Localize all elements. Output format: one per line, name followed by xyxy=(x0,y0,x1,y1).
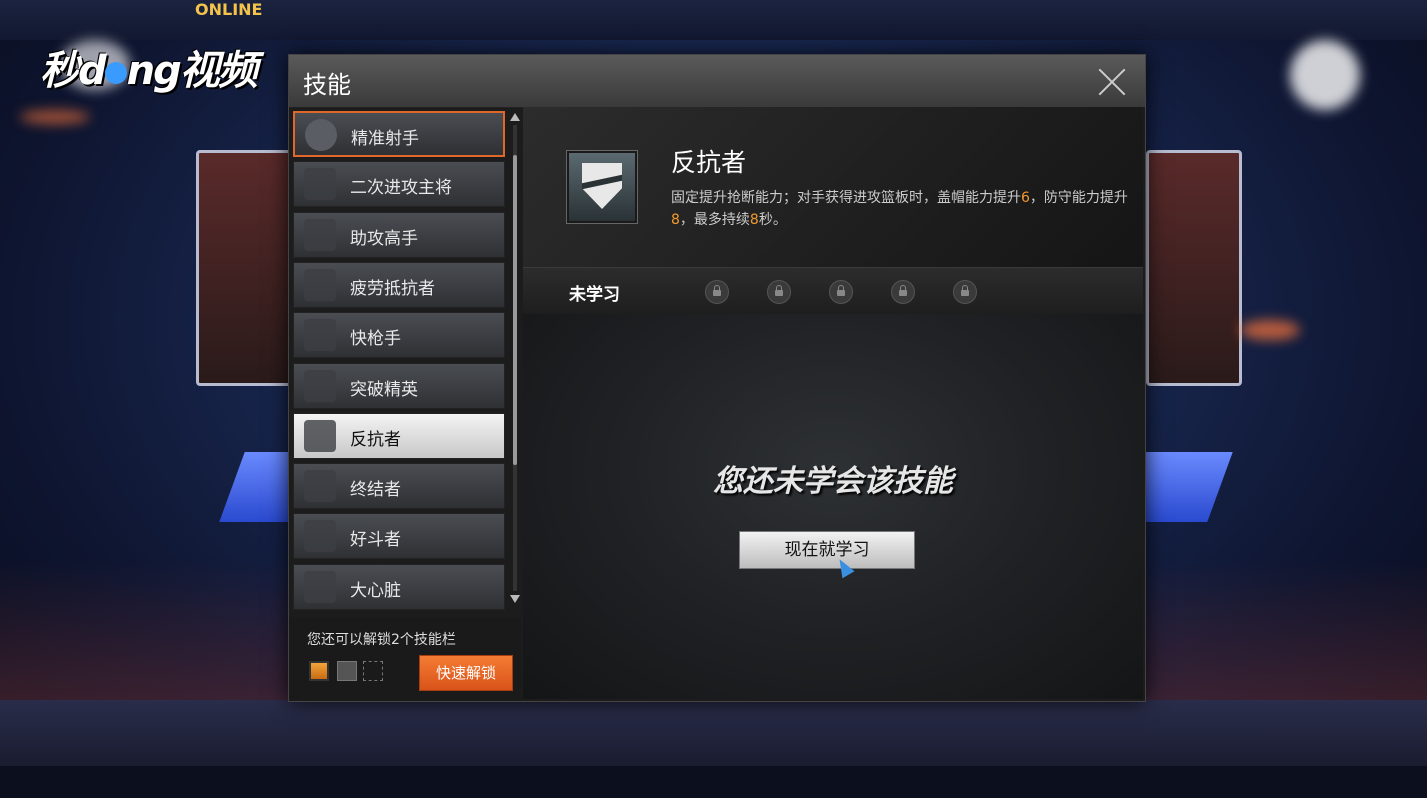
stadium-flare xyxy=(1240,320,1300,340)
skill-item[interactable]: 二次进攻主将 xyxy=(293,161,505,208)
dialog-header: 技能 xyxy=(289,55,1145,108)
scroll-thumb[interactable] xyxy=(513,155,517,465)
game-logo: ONLINE xyxy=(195,0,263,19)
skill-item[interactable]: 助攻高手 xyxy=(293,211,505,258)
skill-icon xyxy=(304,570,336,603)
skill-item[interactable]: 快枪手 xyxy=(293,312,505,359)
level-lock-icon xyxy=(891,280,915,304)
skill-item-label: 终结者 xyxy=(350,480,401,501)
scroll-down-arrow-icon[interactable] xyxy=(510,595,520,603)
stadium-light xyxy=(1290,40,1360,110)
background-card-right xyxy=(1146,150,1242,386)
learn-now-button[interactable]: 现在就学习 xyxy=(739,531,915,569)
skill-icon xyxy=(304,218,336,251)
watermark-logo: 秒d ng视频 xyxy=(40,48,258,94)
skill-item-label: 大心脏 xyxy=(350,580,401,601)
skill-icon xyxy=(304,268,336,301)
skill-icon xyxy=(304,419,336,452)
skill-detail-header: 反抗者 固定提升抢断能力；对手获得进攻篮板时，盖帽能力提升6，防守能力提升8，最… xyxy=(523,107,1143,267)
skill-icon xyxy=(304,470,336,503)
skill-icon xyxy=(304,319,336,352)
skill-item-label: 好斗者 xyxy=(350,530,401,551)
background-card-left xyxy=(196,150,294,386)
skill-item[interactable]: 终结者 xyxy=(293,463,505,510)
skill-item[interactable]: 大心脏 xyxy=(293,563,505,610)
skill-list: 精准射手二次进攻主将 助攻高手疲劳抵抗者快枪手突破精英反抗者终结者好斗者大心脏 xyxy=(291,111,511,616)
dialog-title: 技能 xyxy=(303,71,351,99)
skill-item-label: 助攻高手 xyxy=(350,228,418,249)
level-lock-icon xyxy=(953,280,977,304)
level-lock-icon xyxy=(767,280,791,304)
skill-description: 固定提升抢断能力；对手获得进攻篮板时，盖帽能力提升6，防守能力提升8，最多持续8… xyxy=(671,190,1128,228)
skill-icon xyxy=(304,520,336,553)
skill-item-label: 疲劳抵抗者 xyxy=(350,278,435,299)
background-bottom-strip xyxy=(0,700,1427,766)
skill-item-label: 二次进攻主将 xyxy=(350,178,452,199)
skill-status-label: 未学习 xyxy=(569,285,620,305)
skill-icon xyxy=(304,168,336,201)
skill-detail-panel: 反抗者 固定提升抢断能力；对手获得进攻篮板时，盖帽能力提升6，防守能力提升8，最… xyxy=(523,107,1143,699)
quick-unlock-button[interactable]: 快速解锁 xyxy=(419,655,513,691)
not-learned-message: 您还未学会该技能 xyxy=(713,464,953,499)
skill-level-row: 未学习 xyxy=(523,267,1143,315)
level-lock-icon xyxy=(705,280,729,304)
skill-item[interactable]: 突破精英 xyxy=(293,362,505,409)
skill-slot-empty xyxy=(363,661,383,681)
skills-dialog: 技能 精准射手 二次进攻主将 助攻高手 疲劳抵抗者 快枪手 突破精英 反抗者 终结者 好斗者 大心… xyxy=(288,54,1146,702)
skill-item-label: 快枪手 xyxy=(350,329,401,350)
skill-list-scrollbar[interactable] xyxy=(510,113,520,603)
level-lock-icon xyxy=(829,280,853,304)
skill-item[interactable]: 反抗者 xyxy=(293,412,505,459)
skill-item[interactable]: 疲劳抵抗者 xyxy=(293,261,505,308)
unlock-slots-panel: 您还可以解锁2个技能栏 快速解锁 xyxy=(289,617,521,701)
skill-slot-filled xyxy=(309,661,329,681)
stadium-flare xyxy=(20,110,90,124)
skill-icon xyxy=(305,119,337,151)
unlock-info-text: 您还可以解锁2个技能栏 xyxy=(307,632,456,648)
play-icon xyxy=(104,62,127,84)
skill-item-label: 反抗者 xyxy=(350,429,401,450)
close-icon[interactable] xyxy=(1097,67,1127,97)
skill-item[interactable]: 精准射手 xyxy=(293,111,505,157)
skill-name: 反抗者 xyxy=(671,148,747,177)
scroll-track[interactable] xyxy=(513,125,517,591)
skill-item-label: 突破精英 xyxy=(350,379,418,400)
skill-badge-icon xyxy=(567,151,637,223)
skill-item[interactable]: 好斗者 xyxy=(293,513,505,560)
game-bottom-bar xyxy=(0,766,1427,798)
skill-icon xyxy=(304,369,336,402)
skill-slot-lock-icon xyxy=(337,661,357,681)
skill-detail-body: 您还未学会该技能 现在就学习 xyxy=(523,314,1143,699)
scroll-up-arrow-icon[interactable] xyxy=(510,113,520,121)
skill-item-label: 精准射手 xyxy=(351,129,419,149)
